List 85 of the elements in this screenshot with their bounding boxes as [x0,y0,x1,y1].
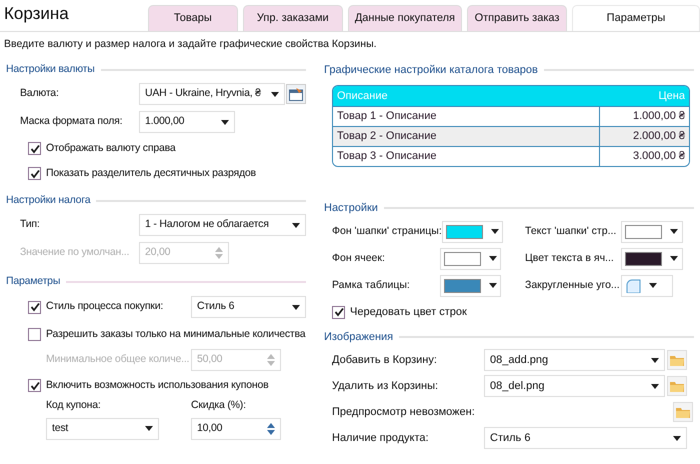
field-label: Чередовать цвет строк [350,304,467,320]
dropdown[interactable]: Стиль 6 [191,296,306,318]
field-label: Текст 'шапки' стр... [525,224,618,239]
checkbox[interactable] [28,328,41,341]
dropdown[interactable]: 08_del.png [484,375,665,397]
folder-icon [669,354,685,366]
caret-icon [670,256,678,261]
field-label: Стиль процесса покупки: [46,300,164,312]
field-label: Цвет текста в яч... [525,250,615,266]
currency-picker-button[interactable] [286,84,306,104]
color-dropdown[interactable] [442,220,503,242]
folder-icon [669,380,685,392]
field-label: Фон ячеек: [332,250,386,266]
tab[interactable]: Упр. заказами [242,5,343,31]
tab[interactable]: Отправить заказ [467,5,567,31]
field-label: Удалить из Корзины: [332,378,440,394]
color-dropdown[interactable] [621,248,683,270]
field-label: Наличие продукта: [332,430,430,446]
section-title: Настройки валюты [6,62,95,78]
section-title: Изображения [324,330,394,345]
caret-icon [651,384,659,388]
field-label: Значение по умолчан... [20,246,130,258]
section-title: Настройки [324,200,378,216]
field-label: Добавить в Корзину: [332,352,438,368]
caret-icon [145,426,153,432]
field-label: Фон 'шапки' страницы: [332,224,442,239]
spinner-arrows-icon [267,422,275,436]
field-label: Показать разделитель десятичных разрядов [46,166,256,181]
table-cell: Товар 3 - Описание [333,147,600,166]
caret-icon [670,229,678,234]
color-dropdown[interactable] [440,248,501,270]
dropdown[interactable]: 1.000,00 [139,111,235,133]
caret-icon [271,92,279,96]
dropdown[interactable]: UAH - Ukraine, Hryvnia, ₴ [139,83,285,105]
color-dropdown[interactable] [440,274,501,296]
caret-icon [649,283,657,288]
caret-icon [673,436,681,440]
caret-icon [489,256,497,261]
section-title: Графические настройки каталога товаров [324,62,538,78]
checkbox[interactable] [332,306,345,318]
field-label: Отображать валюту справа [46,140,176,156]
page-title: Корзина [3,2,70,25]
corner-style-dropdown[interactable] [621,274,673,296]
field-label: Скидка (%): [191,398,247,413]
table-cell-text: 2.000,00 ₴ [632,129,686,144]
caret-icon [489,283,497,288]
dropdown[interactable]: 08_add.png [484,349,665,371]
number-field[interactable]: 10,00 [191,418,281,440]
spinner-arrows-icon [215,246,223,260]
tab[interactable]: Данные покупателя [348,5,462,31]
checkbox[interactable] [28,167,41,180]
checkbox[interactable] [28,379,41,392]
description-text: Введите валюту и размер налога и задайте графические свойства Корзины. [3,37,378,52]
dropdown[interactable]: Стиль 6 [484,427,687,449]
field-label: Включить возможность использования купонов [46,378,268,393]
checkbox[interactable] [28,142,41,155]
tab[interactable]: Товары [148,5,238,31]
field-label: Закругленные уго... [525,278,621,293]
field-label: Валюта: [20,87,59,100]
dropdown[interactable]: 1 - Налогом не облагается [139,214,306,236]
caret-icon [221,120,229,124]
caret-icon [292,222,300,228]
checkbox[interactable] [28,300,41,314]
caret-icon [651,358,659,362]
spinner-arrows-icon [267,353,275,367]
dropdown[interactable]: test [46,418,159,440]
caret-icon [490,229,499,234]
field-label: Рамка таблицы: [332,278,411,293]
section-title: Настройки налога [6,193,90,208]
color-dropdown[interactable] [621,220,683,242]
section-title: Параметры [6,274,60,290]
column-header: Цена [658,88,685,104]
table-cell-text: 1.000,00 ₴ [632,109,686,124]
folder-icon [675,406,691,418]
field-label: Минимальное общее количе... [46,353,190,366]
field-label: Код купона: [46,398,102,413]
column-header: Описание [337,88,389,104]
field-label: Маска формата поля: [20,115,122,128]
calendar-icon [289,88,303,100]
field-label: Разрешить заказы только на минимальные количества [46,326,306,342]
table-cell-text: 3.000,00 ₴ [632,149,686,164]
tab[interactable]: Параметры [572,5,700,31]
caret-icon [292,304,300,310]
field-label: Предпросмотр невозможен: [332,404,476,420]
field-label: Тип: [20,218,40,230]
